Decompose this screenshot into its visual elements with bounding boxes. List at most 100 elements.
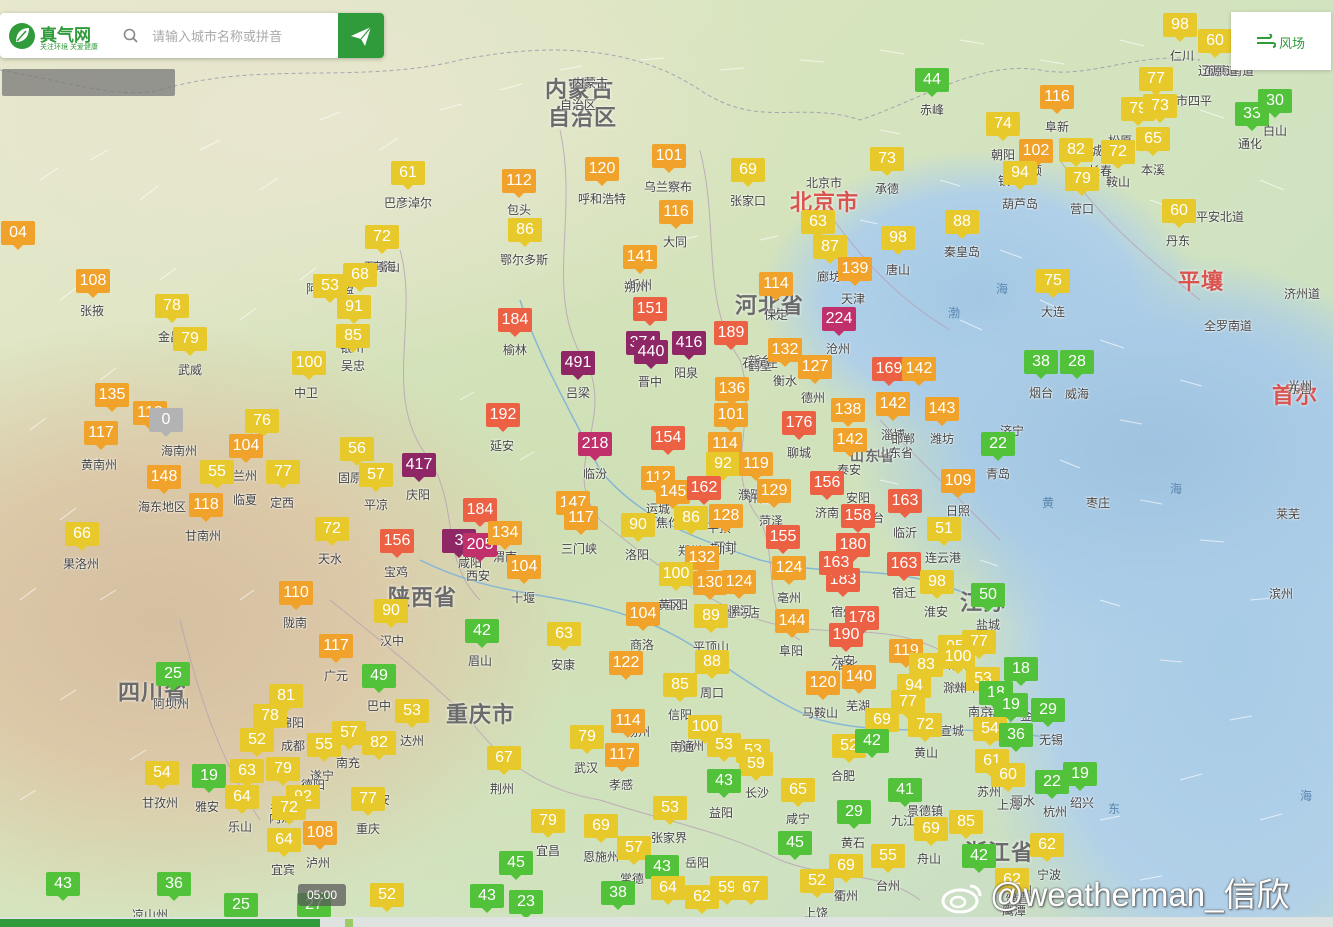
aqi-marker[interactable]: 61 (391, 161, 425, 190)
aqi-marker[interactable]: 114 (759, 272, 793, 301)
aqi-marker[interactable]: 36 (999, 723, 1033, 752)
aqi-marker[interactable]: 19 (192, 764, 226, 793)
aqi-marker[interactable]: 139 (838, 257, 872, 286)
aqi-marker[interactable]: 224 (822, 307, 856, 336)
aqi-marker[interactable]: 162 (687, 476, 721, 505)
aqi-marker[interactable]: 416 (672, 331, 706, 360)
aqi-marker[interactable]: 42 (465, 619, 499, 648)
aqi-marker[interactable]: 119 (739, 452, 773, 481)
aqi-marker[interactable]: 108 (76, 269, 110, 298)
aqi-marker[interactable]: 64 (225, 785, 259, 814)
aqi-marker[interactable]: 104 (626, 602, 660, 631)
aqi-marker[interactable]: 52 (800, 869, 834, 898)
aqi-marker[interactable]: 120 (806, 671, 840, 700)
aqi-marker[interactable]: 60 (991, 763, 1025, 792)
aqi-marker[interactable]: 56 (340, 437, 374, 466)
aqi-marker[interactable]: 72 (365, 225, 399, 254)
aqi-marker[interactable]: 79 (1065, 167, 1099, 196)
aqi-marker[interactable]: 90 (374, 599, 408, 628)
aqi-marker[interactable]: 38 (601, 881, 635, 910)
aqi-marker[interactable]: 68 (343, 263, 377, 292)
aqi-marker[interactable]: 141 (623, 245, 657, 274)
aqi-marker[interactable]: 57 (359, 463, 393, 492)
aqi-marker[interactable]: 43 (707, 769, 741, 798)
aqi-marker[interactable]: 72 (315, 517, 349, 546)
aqi-marker[interactable]: 28 (1060, 350, 1094, 379)
aqi-marker[interactable]: 42 (962, 844, 996, 873)
aqi-marker[interactable]: 23 (509, 890, 543, 919)
aqi-marker[interactable]: 72 (272, 796, 306, 825)
aqi-marker[interactable]: 135 (95, 383, 129, 412)
aqi-marker[interactable]: 67 (487, 746, 521, 775)
aqi-marker[interactable]: 142 (833, 428, 867, 457)
aqi-marker[interactable]: 114 (611, 709, 645, 738)
aqi-marker[interactable]: 90 (621, 513, 655, 542)
aqi-marker[interactable]: 18 (1004, 657, 1038, 686)
aqi-marker[interactable]: 98 (1163, 13, 1197, 42)
aqi-marker[interactable]: 78 (155, 294, 189, 323)
aqi-marker[interactable]: 79 (531, 809, 565, 838)
aqi-marker[interactable]: 29 (837, 800, 871, 829)
aqi-marker[interactable]: 69 (731, 158, 765, 187)
aqi-marker[interactable]: 136 (715, 377, 749, 406)
aqi-marker[interactable]: 45 (499, 851, 533, 880)
aqi-marker[interactable]: 117 (564, 506, 598, 535)
aqi-marker[interactable]: 124 (722, 570, 756, 599)
aqi-marker[interactable]: 69 (584, 814, 618, 843)
aqi-marker[interactable]: 50 (971, 583, 1005, 612)
aqi-marker[interactable]: 100 (659, 562, 693, 591)
aqi-marker[interactable]: 142 (876, 392, 910, 421)
aqi-marker[interactable]: 127 (798, 355, 832, 384)
aqi-marker[interactable]: 60 (1162, 199, 1196, 228)
aqi-marker[interactable]: 145 (656, 480, 690, 509)
aqi-marker[interactable]: 67 (734, 876, 768, 905)
aqi-marker[interactable]: 92 (706, 452, 740, 481)
aqi-marker[interactable]: 117 (319, 634, 353, 663)
aqi-marker[interactable]: 36 (157, 872, 191, 901)
aqi-marker[interactable]: 04 (1, 221, 35, 250)
aqi-marker[interactable]: 63 (230, 759, 264, 788)
aqi-marker[interactable]: 29 (1031, 698, 1065, 727)
aqi-marker[interactable]: 85 (336, 324, 370, 353)
aqi-marker[interactable]: 156 (810, 471, 844, 500)
aqi-marker[interactable]: 79 (173, 327, 207, 356)
aqi-marker[interactable]: 54 (145, 761, 179, 790)
aqi-marker[interactable]: 417 (402, 453, 436, 482)
search-input[interactable] (150, 23, 334, 49)
aqi-marker[interactable]: 132 (768, 338, 802, 367)
aqi-marker[interactable]: 25 (156, 662, 190, 691)
aqi-marker[interactable]: 190 (829, 623, 863, 652)
aqi-marker[interactable]: 117 (84, 421, 118, 450)
aqi-marker[interactable]: 110 (279, 581, 313, 610)
aqi-marker[interactable]: 44 (915, 68, 949, 97)
aqi-marker[interactable]: 122 (609, 651, 643, 680)
aqi-map[interactable]: 内蒙古 自治区 北京市 四川省 河北省 山东省 陕西省 重庆市 江苏 浙江省 平… (0, 0, 1333, 927)
aqi-marker[interactable]: 129 (757, 479, 791, 508)
aqi-marker[interactable]: 78 (253, 704, 287, 733)
aqi-marker[interactable]: 52 (240, 728, 274, 757)
aqi-marker[interactable]: 55 (307, 733, 341, 762)
aqi-marker[interactable]: 163 (887, 552, 921, 581)
aqi-marker[interactable]: 76 (245, 409, 279, 438)
aqi-marker[interactable]: 64 (267, 828, 301, 857)
aqi-marker[interactable]: 63 (801, 210, 835, 239)
aqi-marker[interactable]: 91 (337, 295, 371, 324)
aqi-marker[interactable]: 85 (663, 673, 697, 702)
aqi-marker[interactable]: 45 (778, 831, 812, 860)
aqi-marker[interactable]: 104 (507, 555, 541, 584)
aqi-marker[interactable]: 66 (65, 522, 99, 551)
aqi-marker[interactable]: 88 (945, 210, 979, 239)
aqi-marker[interactable]: 98 (920, 570, 954, 599)
aqi-marker[interactable]: 69 (829, 854, 863, 883)
aqi-marker[interactable]: 143 (925, 397, 959, 426)
aqi-marker[interactable]: 116 (1040, 85, 1074, 114)
aqi-marker[interactable]: 102 (1019, 139, 1053, 168)
aqi-marker[interactable]: 148 (147, 465, 181, 494)
aqi-marker[interactable]: 176 (782, 411, 816, 440)
aqi-marker[interactable]: 101 (714, 403, 748, 432)
aqi-marker[interactable]: 163 (819, 551, 853, 580)
aqi-marker[interactable]: 151 (633, 297, 667, 326)
aqi-marker[interactable]: 82 (1059, 138, 1093, 167)
timeline-slider[interactable] (0, 917, 1333, 927)
aqi-marker[interactable]: 440 (634, 340, 668, 369)
